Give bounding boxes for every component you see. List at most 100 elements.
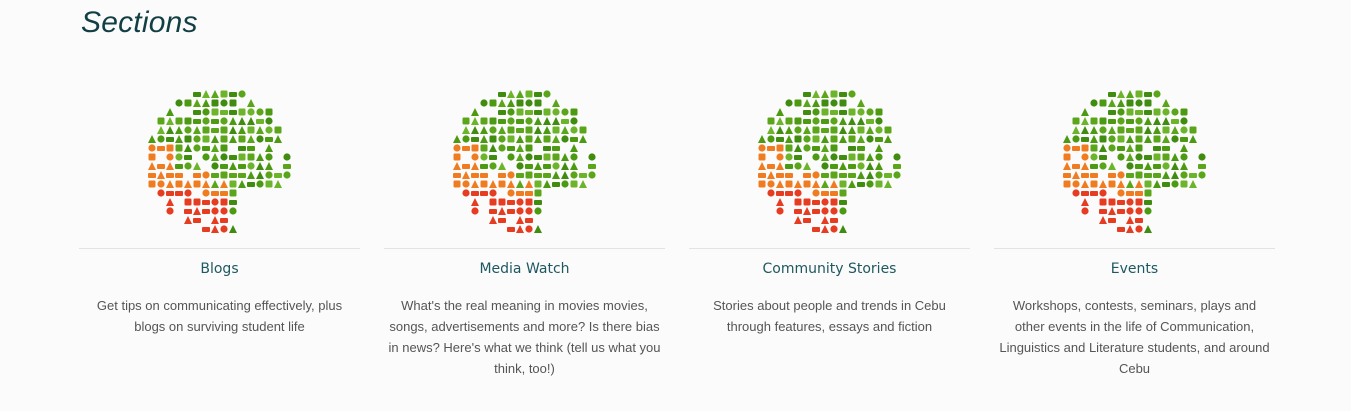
mosaic-tile-icon bbox=[1144, 99, 1152, 107]
mosaic-tile-icon bbox=[552, 99, 560, 107]
mosaic-tile-icon bbox=[274, 126, 282, 134]
mosaic-tile-icon bbox=[462, 135, 470, 143]
section-image-media-watch[interactable] bbox=[451, 88, 597, 234]
mosaic-tile-icon bbox=[1189, 173, 1197, 178]
mosaic-tile-icon bbox=[552, 182, 560, 187]
mosaic-tile-icon bbox=[507, 180, 515, 188]
mosaic-tile-icon bbox=[830, 126, 838, 134]
mosaic-tile-icon bbox=[498, 180, 506, 188]
mosaic-tile-icon bbox=[1126, 99, 1134, 107]
mosaic-tile-icon bbox=[238, 90, 246, 98]
mosaic-tile-icon bbox=[812, 227, 820, 232]
mosaic-tile-icon bbox=[229, 110, 237, 115]
mosaic-tile-icon bbox=[498, 198, 506, 206]
mosaic-tile-icon bbox=[848, 108, 856, 116]
mosaic-tile-icon bbox=[1063, 162, 1071, 170]
mosaic-tile-icon bbox=[193, 144, 201, 152]
mosaic-tile-icon bbox=[498, 126, 506, 134]
mosaic-tile-icon bbox=[857, 146, 865, 151]
mosaic-tile-icon bbox=[884, 173, 892, 178]
section-card-blogs: Blogs Get tips on communicating effectiv… bbox=[79, 82, 360, 402]
section-image-community-stories[interactable] bbox=[756, 88, 902, 234]
mosaic-tile-icon bbox=[1171, 108, 1179, 116]
mosaic-tile-icon bbox=[256, 180, 264, 188]
mosaic-tile-icon bbox=[1126, 191, 1134, 196]
mosaic-tile-icon bbox=[256, 119, 264, 124]
mosaic-tile-icon bbox=[1108, 162, 1116, 170]
mosaic-tile-icon bbox=[534, 126, 542, 134]
section-title-community-stories[interactable]: Community Stories bbox=[689, 261, 970, 277]
mosaic-tile-icon bbox=[184, 209, 192, 214]
mosaic-tile-icon bbox=[839, 189, 847, 197]
mosaic-tile-icon bbox=[175, 144, 183, 152]
mosaic-tile-icon bbox=[857, 99, 865, 107]
mosaic-tile-icon bbox=[579, 180, 587, 188]
mosaic-tile-icon bbox=[166, 137, 174, 142]
mosaic-tile-icon bbox=[489, 99, 497, 107]
mosaic-tile-icon bbox=[1108, 135, 1116, 143]
mosaic-tile-icon bbox=[1171, 119, 1179, 124]
mosaic-tile-icon bbox=[1081, 137, 1089, 142]
mosaic-tile-icon bbox=[229, 99, 237, 107]
mosaic-tile-icon bbox=[1099, 144, 1107, 152]
mosaic-tile-icon bbox=[552, 162, 560, 170]
mosaic-tile-icon bbox=[758, 173, 766, 178]
mosaic-tile-icon bbox=[220, 225, 228, 233]
mosaic-tile-icon bbox=[507, 153, 515, 161]
mosaic-tile-icon bbox=[184, 155, 192, 160]
mosaic-tile-icon bbox=[821, 128, 829, 133]
mosaic-tile-icon bbox=[785, 164, 793, 169]
mosaic-tile-icon bbox=[220, 171, 228, 179]
section-image-blogs[interactable] bbox=[146, 88, 292, 234]
section-title-events[interactable]: Events bbox=[994, 261, 1275, 277]
mosaic-tile-icon bbox=[1153, 173, 1161, 178]
mosaic-tile-icon bbox=[785, 153, 793, 161]
mosaic-tile-icon bbox=[220, 135, 228, 143]
section-title-media-watch[interactable]: Media Watch bbox=[384, 261, 665, 277]
mosaic-tile-icon bbox=[229, 180, 237, 188]
mosaic-tile-icon bbox=[453, 135, 461, 143]
mosaic-tile-icon bbox=[570, 108, 578, 116]
mosaic-tile-icon bbox=[1180, 108, 1188, 116]
mosaic-tile-icon bbox=[767, 171, 775, 179]
mosaic-tile-icon bbox=[211, 135, 219, 143]
mosaic-tile-icon bbox=[453, 173, 461, 178]
mosaic-tile-icon bbox=[579, 135, 587, 143]
mosaic-tile-icon bbox=[830, 171, 838, 179]
mosaic-tile-icon bbox=[184, 99, 192, 107]
mosaic-tile-icon bbox=[453, 180, 461, 188]
mosaic-tile-icon bbox=[543, 108, 551, 116]
mosaic-tile-icon bbox=[184, 216, 192, 224]
mosaic-tile-icon bbox=[570, 117, 578, 125]
mosaic-tile-icon bbox=[211, 207, 219, 215]
mosaic-tile-icon bbox=[1189, 126, 1197, 134]
page-heading: Sections bbox=[81, 6, 198, 39]
mosaic-tile-icon bbox=[588, 171, 596, 179]
mosaic-tile-icon bbox=[1126, 90, 1134, 98]
mosaic-tile-icon bbox=[794, 216, 802, 224]
section-title-blogs[interactable]: Blogs bbox=[79, 261, 360, 277]
mosaic-tile-icon bbox=[1063, 144, 1071, 152]
mosaic-tile-icon bbox=[184, 135, 192, 143]
mosaic-tile-icon bbox=[462, 164, 470, 169]
mosaic-tile-icon bbox=[471, 153, 479, 161]
mosaic-tile-icon bbox=[857, 162, 865, 170]
mosaic-tile-icon bbox=[552, 126, 560, 134]
mosaic-tile-icon bbox=[821, 191, 829, 196]
section-image-events[interactable] bbox=[1061, 88, 1207, 234]
mosaic-tile-icon bbox=[247, 126, 255, 134]
mosaic-tile-icon bbox=[821, 225, 829, 233]
mosaic-tile-icon bbox=[543, 180, 551, 188]
mosaic-tile-icon bbox=[812, 99, 820, 107]
mosaic-tile-icon bbox=[166, 108, 174, 116]
mosaic-tile-icon bbox=[238, 108, 246, 116]
mosaic-tile-icon bbox=[166, 180, 174, 188]
mosaic-tile-icon bbox=[247, 135, 255, 143]
mosaic-tile-icon bbox=[220, 218, 228, 223]
mosaic-tile-icon bbox=[893, 171, 901, 179]
mosaic-tile-icon bbox=[229, 135, 237, 143]
mosaic-tile-icon bbox=[166, 117, 174, 125]
mosaic-tile-icon bbox=[202, 180, 210, 188]
mosaic-tile-icon bbox=[794, 126, 802, 134]
mosaic-tile-icon bbox=[175, 173, 183, 178]
